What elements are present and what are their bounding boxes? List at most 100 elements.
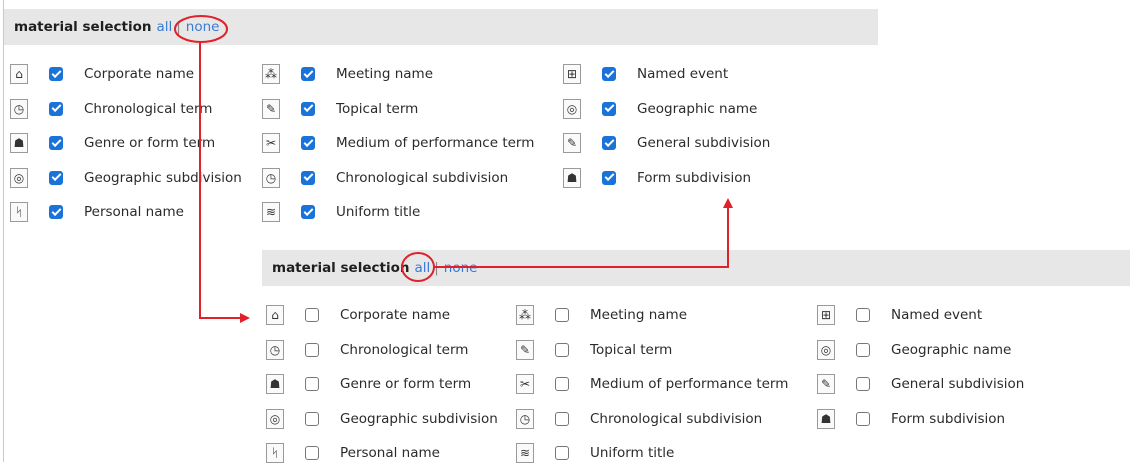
option-checkbox[interactable]	[301, 170, 315, 185]
topical-term-icon: ✎	[262, 98, 280, 119]
option-label: Medium of performance term	[590, 376, 789, 392]
option-label: Geographic name	[891, 341, 1012, 358]
geographic-subdivision-icon: ◎	[10, 167, 28, 188]
geographic-subdivision-icon: ◎	[266, 408, 284, 429]
option-checkbox[interactable]	[301, 136, 315, 150]
option-checkbox[interactable]	[49, 205, 63, 219]
option-checkbox[interactable]	[305, 411, 319, 426]
material-option[interactable]: ✂ Medium of performance term	[516, 371, 788, 397]
material-option[interactable]: ⁂ Meeting name	[516, 302, 687, 328]
general-subdivision-icon: ✎	[817, 374, 835, 394]
option-label: Form subdivision	[891, 410, 1006, 427]
option-checkbox[interactable]	[602, 101, 616, 116]
material-option[interactable]: ⁂ Meeting name	[262, 61, 433, 87]
chronological-subdivision-icon: ◷	[262, 167, 280, 188]
option-checkbox[interactable]	[555, 308, 569, 322]
option-label: Chronological subdivision	[336, 169, 509, 186]
material-option[interactable]: ᛋ Personal name	[10, 199, 184, 225]
named-event-icon: ⊞	[563, 64, 581, 84]
option-checkbox[interactable]	[49, 101, 63, 116]
meeting-name-icon: ⁂	[516, 305, 534, 325]
option-label: Geographic name	[637, 100, 758, 117]
option-checkbox[interactable]	[856, 308, 870, 322]
option-checkbox[interactable]	[856, 342, 870, 357]
general-subdivision-icon: ✎	[563, 133, 581, 153]
corporate-name-icon: ⌂	[266, 305, 284, 325]
option-checkbox[interactable]	[856, 377, 870, 391]
option-checkbox[interactable]	[555, 377, 569, 391]
material-option[interactable]: ◎ Geographic name	[563, 96, 757, 122]
material-option[interactable]: ◷ Chronological term	[266, 337, 468, 363]
panel-title: material selection	[272, 260, 410, 276]
option-checkbox[interactable]	[301, 205, 315, 219]
option-checkbox[interactable]	[301, 67, 315, 81]
option-label: Uniform title	[590, 445, 675, 461]
material-option[interactable]: ✎ General subdivision	[563, 130, 770, 156]
named-event-icon: ⊞	[817, 305, 835, 325]
option-label: Chronological term	[340, 341, 469, 358]
material-option[interactable]: ✂ Medium of performance term	[262, 130, 534, 156]
geographic-name-icon: ◎	[563, 98, 581, 119]
material-option[interactable]: ◎ Geographic subdivision	[10, 165, 242, 191]
material-option[interactable]: ⌂ Corporate name	[266, 302, 450, 328]
option-label: Named event	[637, 66, 729, 82]
option-label: Chronological subdivision	[590, 410, 763, 427]
panel-header-bottom: material selection all | none	[262, 250, 1130, 286]
option-label: Genre or form term	[84, 135, 216, 151]
material-option[interactable]: ◎ Geographic subdivision	[266, 406, 498, 432]
option-label: Topical term	[590, 341, 673, 358]
option-checkbox[interactable]	[301, 101, 315, 116]
material-option[interactable]: ✎ General subdivision	[817, 371, 1024, 397]
material-option[interactable]: ◷ Chronological subdivision	[516, 406, 762, 432]
option-checkbox[interactable]	[602, 67, 616, 81]
option-checkbox[interactable]	[49, 67, 63, 81]
option-label: Corporate name	[84, 66, 195, 82]
option-checkbox[interactable]	[305, 377, 319, 391]
option-label: Medium of performance term	[336, 135, 535, 151]
material-option[interactable]: ⊞ Named event	[563, 61, 728, 87]
select-all-link[interactable]: all	[156, 19, 172, 35]
material-option[interactable]: ≋ Uniform title	[262, 199, 420, 225]
material-option[interactable]: ᛋ Personal name	[266, 440, 440, 466]
uniform-title-icon: ≋	[262, 202, 280, 222]
material-option[interactable]: ☗ Genre or form term	[10, 130, 215, 156]
meeting-name-icon: ⁂	[262, 64, 280, 84]
material-option[interactable]: ✎ Topical term	[262, 96, 418, 122]
select-all-link[interactable]: all	[414, 260, 430, 276]
option-checkbox[interactable]	[305, 308, 319, 322]
option-label: Topical term	[336, 100, 419, 117]
option-checkbox[interactable]	[555, 411, 569, 426]
material-option[interactable]: ◷ Chronological subdivision	[262, 165, 508, 191]
material-option[interactable]: ◎ Geographic name	[817, 337, 1011, 363]
option-checkbox[interactable]	[305, 446, 319, 460]
option-checkbox[interactable]	[602, 136, 616, 150]
option-checkbox[interactable]	[305, 342, 319, 357]
option-label: Geographic subdivision	[84, 169, 242, 186]
option-checkbox[interactable]	[856, 411, 870, 426]
medium-of-performance-icon: ✂	[262, 133, 280, 153]
chronological-term-icon: ◷	[10, 98, 28, 119]
select-none-link[interactable]: none	[186, 19, 220, 35]
option-checkbox[interactable]	[555, 446, 569, 460]
material-option[interactable]: ☗ Genre or form term	[266, 371, 471, 397]
genre-form-term-icon: ☗	[10, 133, 28, 153]
link-separator: |	[434, 260, 439, 276]
material-option[interactable]: ☗ Form subdivision	[817, 406, 1005, 432]
material-option[interactable]: ☗ Form subdivision	[563, 165, 751, 191]
option-checkbox[interactable]	[49, 136, 63, 150]
material-option[interactable]: ◷ Chronological term	[10, 96, 212, 122]
option-label: Meeting name	[336, 66, 434, 82]
chronological-subdivision-icon: ◷	[516, 408, 534, 429]
option-label: Geographic subdivision	[340, 410, 498, 427]
uniform-title-icon: ≋	[516, 443, 534, 463]
material-option[interactable]: ✎ Topical term	[516, 337, 672, 363]
material-option[interactable]: ≋ Uniform title	[516, 440, 674, 466]
option-checkbox[interactable]	[555, 342, 569, 357]
option-checkbox[interactable]	[49, 170, 63, 185]
option-checkbox[interactable]	[602, 170, 616, 185]
material-option[interactable]: ⊞ Named event	[817, 302, 982, 328]
select-none-link[interactable]: none	[444, 260, 478, 276]
panel-header-top: material selection all | none	[4, 9, 878, 45]
option-label: Named event	[891, 307, 983, 323]
material-option[interactable]: ⌂ Corporate name	[10, 61, 194, 87]
